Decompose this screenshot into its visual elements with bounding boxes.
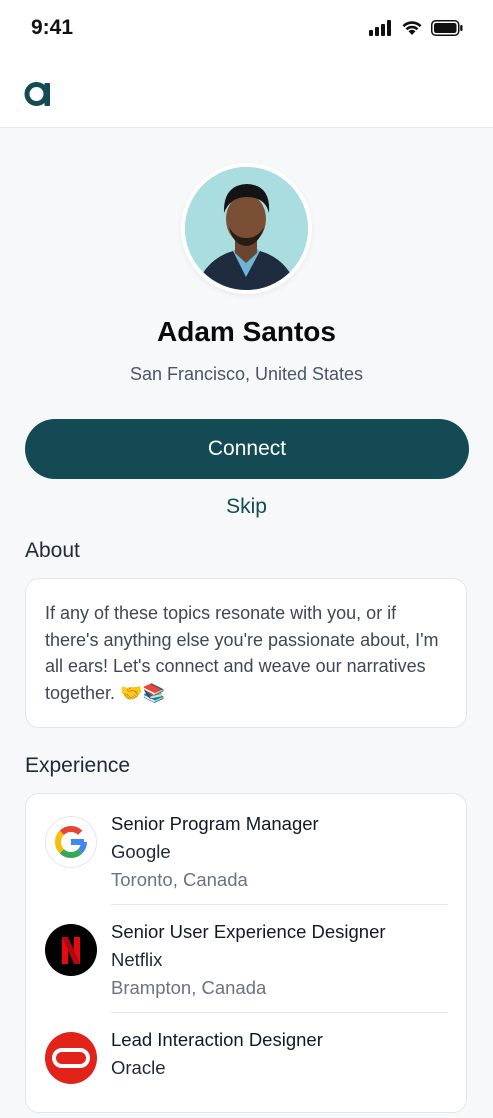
experience-title-text: Senior User Experience Designer — [111, 921, 386, 942]
status-bar: 9:41 — [0, 0, 493, 60]
about-card: If any of these topics resonate with you… — [25, 578, 467, 728]
status-icons — [369, 20, 463, 41]
app-logo[interactable] — [24, 80, 52, 113]
profile-location: San Francisco, United States — [129, 364, 364, 384]
experience-title: Experience — [25, 754, 131, 777]
experience-company: Google — [111, 841, 171, 862]
oracle-logo-icon — [45, 1032, 97, 1084]
experience-location: Brampton, Canada — [111, 977, 267, 998]
skip-link[interactable]: Skip — [0, 495, 493, 519]
experience-title-text: Senior Program Manager — [111, 813, 319, 834]
experience-title-text: Lead Interaction Designer — [111, 1029, 323, 1050]
about-text: If any of these topics resonate with you… — [45, 603, 439, 703]
wifi-icon — [401, 20, 423, 41]
app-header — [0, 60, 493, 128]
experience-location: Toronto, Canada — [111, 869, 248, 890]
battery-icon — [431, 20, 463, 41]
experience-item[interactable]: Senior Program Manager Google Toronto, C… — [26, 794, 468, 902]
experience-company: Oracle — [111, 1057, 166, 1078]
google-logo-icon — [45, 816, 97, 868]
status-time: 9:41 — [31, 16, 74, 39]
experience-card: Senior Program Manager Google Toronto, C… — [25, 793, 467, 1113]
netflix-logo-icon — [45, 924, 97, 976]
experience-item[interactable]: Senior User Experience Designer Netflix … — [26, 902, 468, 1010]
connect-button[interactable]: Connect — [25, 419, 469, 479]
about-title: About — [25, 539, 80, 562]
profile-name: Adam Santos — [157, 316, 336, 347]
experience-company: Netflix — [111, 949, 163, 970]
avatar — [185, 167, 308, 290]
experience-item[interactable]: Lead Interaction Designer Oracle — [26, 1010, 468, 1118]
signal-icon — [369, 20, 393, 41]
